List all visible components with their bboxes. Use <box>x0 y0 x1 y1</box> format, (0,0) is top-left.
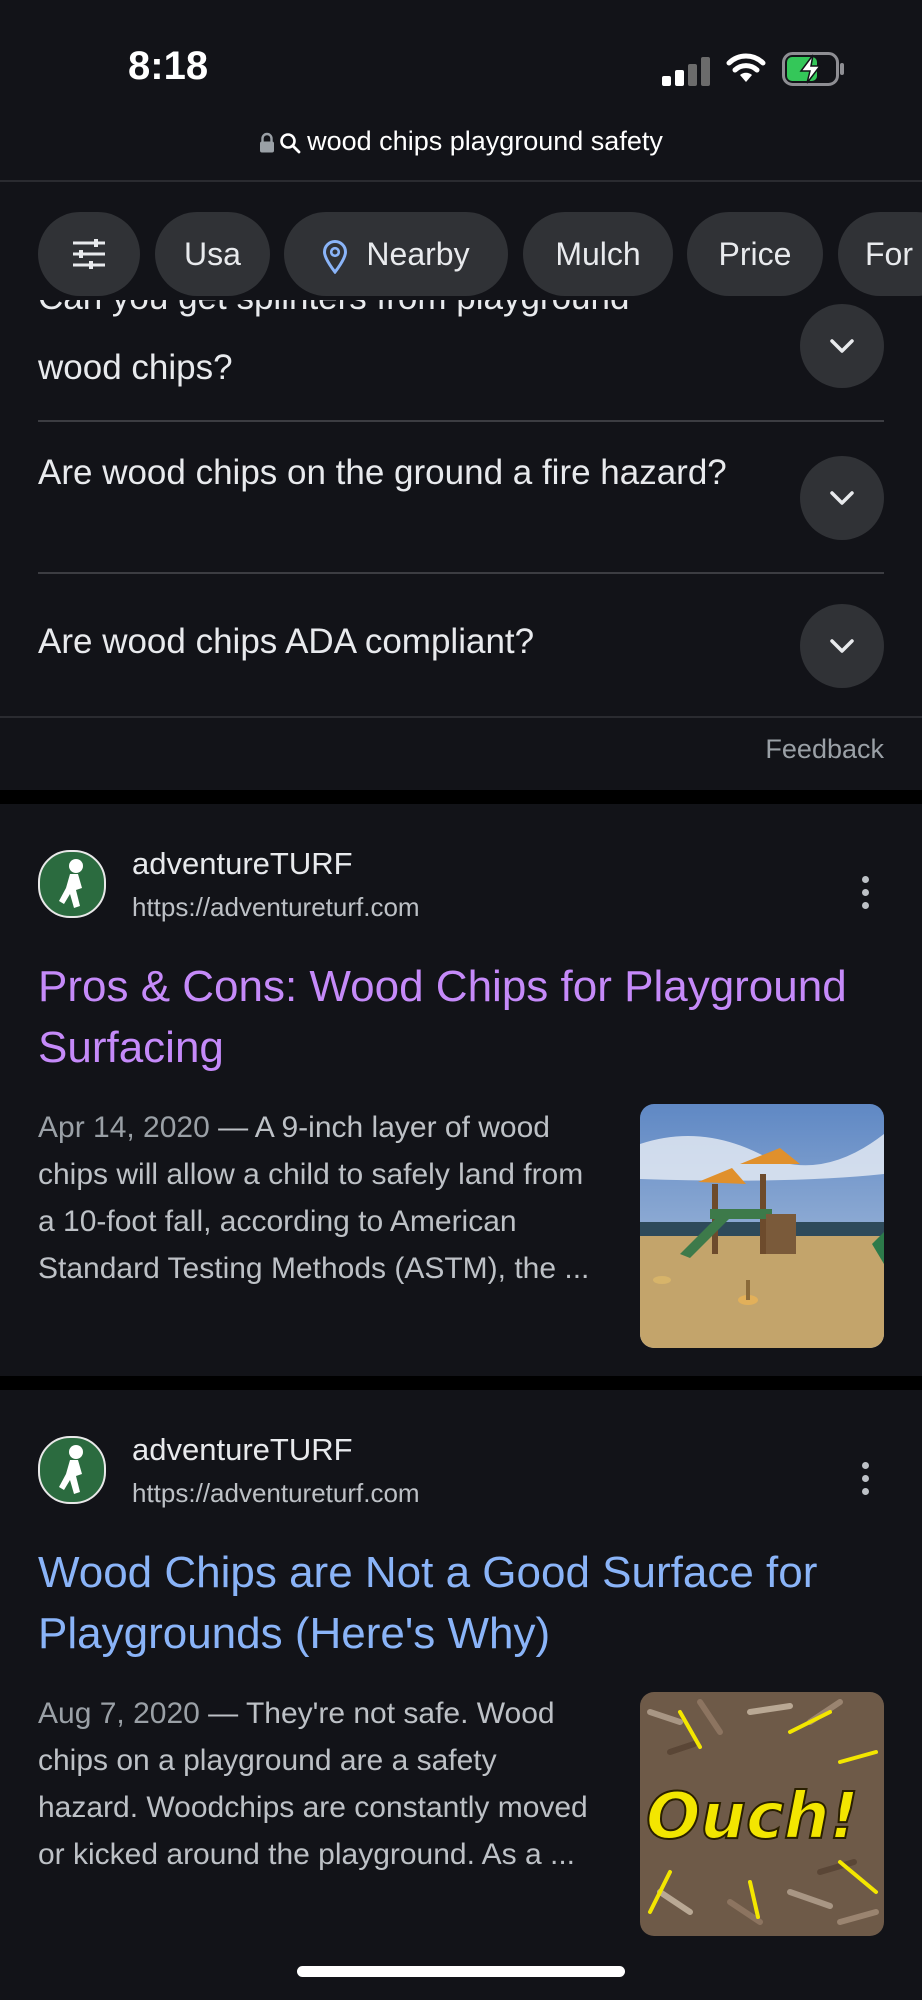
chip-for[interactable]: For <box>838 212 922 296</box>
chip-mulch[interactable]: Mulch <box>523 212 673 296</box>
child-logo-icon <box>59 859 83 908</box>
divider <box>0 180 922 182</box>
home-indicator[interactable] <box>297 1966 625 1977</box>
section-separator <box>0 790 922 804</box>
wood-chips-image: Ouch! <box>640 1692 884 1936</box>
site-favicon <box>38 850 106 918</box>
chip-usa[interactable]: Usa <box>155 212 270 296</box>
chevron-down-icon <box>830 339 854 353</box>
result-snippet: Apr 14, 2020 — A 9-inch layer of wood ch… <box>38 1111 590 1285</box>
ouch-text: Ouch! <box>646 1780 859 1854</box>
search-query: wood chips playground safety <box>307 126 663 156</box>
result-title-link[interactable]: Wood Chips are Not a Good Surface for Pl… <box>38 1542 898 1664</box>
faq-item[interactable]: Are wood chips ADA compliant? <box>38 574 884 716</box>
more-options-icon[interactable] <box>862 876 872 915</box>
chip-price[interactable]: Price <box>687 212 823 296</box>
search-icon <box>280 133 301 154</box>
location-pin-icon <box>323 239 348 274</box>
playground-image <box>640 1104 884 1348</box>
expand-button[interactable] <box>800 456 884 540</box>
faq-question: Are wood chips ADA compliant? <box>38 622 535 661</box>
result-snippet: Aug 7, 2020 — They're not safe. Wood chi… <box>38 1697 588 1871</box>
site-url: https://adventureturf.com <box>132 1478 420 1508</box>
tune-icon <box>73 239 105 269</box>
expand-button[interactable] <box>800 304 884 388</box>
clock: 8:18 <box>128 44 209 88</box>
section-separator <box>0 1376 922 1390</box>
chevron-down-icon <box>830 491 854 505</box>
lock-icon <box>260 132 275 153</box>
filter-chips: Usa Nearby Mulch Price For <box>0 212 922 298</box>
faq-question: Are wood chips on the ground a fire haza… <box>38 453 727 492</box>
search-result: adventureTURF https://adventureturf.com … <box>0 1390 922 1960</box>
site-favicon <box>38 1436 106 1504</box>
child-logo-icon <box>59 1445 83 1494</box>
address-bar[interactable]: wood chips playground safety <box>0 126 922 176</box>
faq-question: wood chips? <box>38 348 233 387</box>
site-name: adventureTURF <box>132 846 353 881</box>
more-options-icon[interactable] <box>862 1462 872 1501</box>
chevron-down-icon <box>830 639 854 653</box>
status-bar: 8:18 <box>0 0 922 130</box>
chip-nearby[interactable]: Nearby <box>284 212 508 296</box>
filters-chip[interactable] <box>38 212 140 296</box>
faq-item[interactable]: wood chips? <box>38 304 884 408</box>
expand-button[interactable] <box>800 604 884 688</box>
divider <box>0 716 922 718</box>
wifi-icon <box>726 53 766 82</box>
result-thumbnail[interactable] <box>640 1104 884 1348</box>
battery-charging-icon <box>782 52 844 86</box>
result-date: Apr 14, 2020 <box>38 1111 210 1144</box>
feedback-link[interactable]: Feedback <box>765 734 884 765</box>
site-url: https://adventureturf.com <box>132 892 420 922</box>
faq-item[interactable]: Are wood chips on the ground a fire haza… <box>38 422 884 572</box>
search-result: adventureTURF https://adventureturf.com … <box>0 804 922 1374</box>
cellular-signal-icon <box>662 56 710 86</box>
result-thumbnail[interactable]: Ouch! <box>640 1692 884 1936</box>
result-title-link[interactable]: Pros & Cons: Wood Chips for Playground S… <box>38 956 898 1078</box>
site-name: adventureTURF <box>132 1432 353 1467</box>
result-date: Aug 7, 2020 <box>38 1697 200 1730</box>
